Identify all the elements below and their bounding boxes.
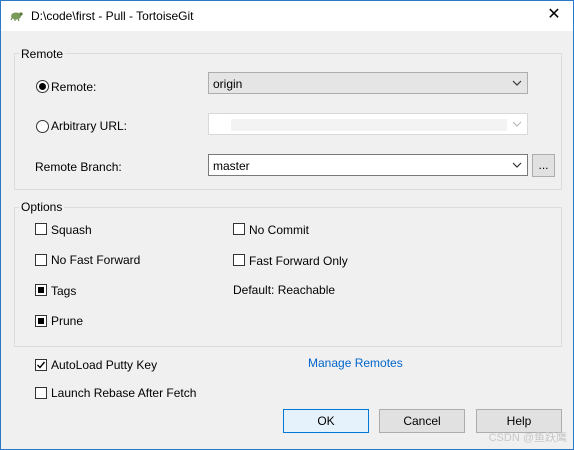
tags-checkbox[interactable] (35, 284, 47, 296)
title-bar: D:\code\first - Pull - TortoiseGit ✕ (1, 1, 573, 31)
remote-branch-input[interactable]: master (208, 154, 528, 176)
chevron-down-icon (511, 117, 523, 131)
pull-dialog: D:\code\first - Pull - TortoiseGit ✕ Rem… (0, 0, 574, 450)
autoload-putty-checkbox[interactable] (35, 359, 47, 371)
chevron-down-icon (511, 76, 523, 90)
default-reachable-text: Default: Reachable (233, 283, 336, 297)
no-fast-forward-checkbox[interactable] (35, 254, 47, 266)
remote-branch-label: Remote Branch: (35, 160, 122, 174)
browse-branch-button[interactable]: ... (532, 154, 555, 177)
squash-checkbox[interactable] (35, 223, 47, 235)
no-commit-checkbox[interactable] (233, 223, 245, 235)
no-commit-label[interactable]: No Commit (249, 223, 309, 237)
tags-label[interactable]: Tags (51, 284, 76, 298)
cancel-button[interactable]: Cancel (379, 409, 465, 433)
checkmark-icon (37, 361, 46, 369)
watermark-text: CSDN @鱼跃鹰 (488, 432, 567, 444)
remote-select-value: origin (213, 77, 243, 91)
options-group-label: Options (19, 200, 65, 214)
launch-rebase-checkbox[interactable] (35, 387, 47, 399)
prune-label[interactable]: Prune (51, 314, 83, 328)
squash-label[interactable]: Squash (51, 223, 92, 237)
window-title: D:\code\first - Pull - TortoiseGit (31, 9, 194, 23)
tortoisegit-icon (9, 9, 23, 22)
close-icon[interactable]: ✕ (543, 4, 565, 26)
no-fast-forward-label[interactable]: No Fast Forward (51, 253, 140, 267)
manage-remotes-link[interactable]: Manage Remotes (308, 356, 403, 370)
prune-checkbox[interactable] (35, 315, 47, 327)
remote-group-label: Remote (19, 47, 66, 61)
remote-radio[interactable] (36, 80, 49, 93)
arbitrary-url-field[interactable] (208, 113, 528, 135)
fast-forward-only-label[interactable]: Fast Forward Only (249, 254, 348, 268)
fast-forward-only-checkbox[interactable] (233, 254, 245, 266)
remote-select[interactable]: origin (208, 72, 528, 94)
launch-rebase-label[interactable]: Launch Rebase After Fetch (51, 386, 196, 400)
chevron-down-icon[interactable] (511, 158, 523, 172)
remote-radio-label[interactable]: Remote: (51, 80, 96, 94)
arbitrary-url-placeholder-area (231, 119, 507, 131)
ok-button[interactable]: OK (283, 409, 369, 433)
arbitrary-url-radio[interactable] (36, 120, 49, 133)
remote-branch-value: master (213, 159, 250, 173)
autoload-putty-label[interactable]: AutoLoad Putty Key (51, 358, 157, 372)
arbitrary-url-label[interactable]: Arbitrary URL: (51, 119, 127, 133)
